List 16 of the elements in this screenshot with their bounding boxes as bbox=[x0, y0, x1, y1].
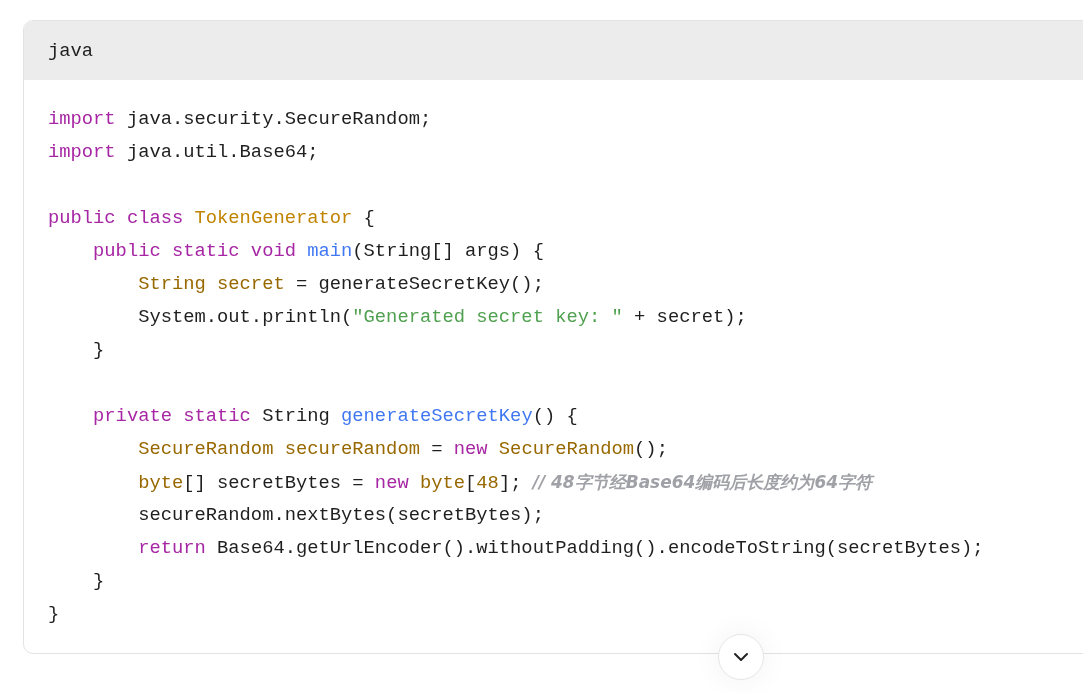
code-line: public static void main(String[] args) { bbox=[92, 239, 544, 264]
code-line: import java.util.Base64; bbox=[48, 140, 319, 165]
code-line: } bbox=[92, 338, 105, 363]
code-line: SecureRandom secureRandom = new SecureRandom(); bbox=[137, 437, 668, 462]
code-line: byte[] secretBytes = new byte[48]; // 48字节经Base64编码后长度约为64字符 bbox=[137, 471, 873, 496]
code-line: secureRandom.nextBytes(secretBytes); bbox=[137, 503, 544, 528]
code-line: } bbox=[48, 602, 60, 627]
language-label: java bbox=[48, 39, 94, 62]
chevron-down-icon bbox=[733, 652, 749, 662]
code-line: import java.security.SecureRandom; bbox=[48, 107, 432, 132]
code-line: private static String generateSecretKey() { bbox=[92, 404, 578, 429]
code-line: return Base64.getUrlEncoder().withoutPadding().encodeToString(secretBytes); bbox=[137, 536, 984, 561]
code-line: public class TokenGenerator { bbox=[48, 206, 375, 231]
code-line: } bbox=[92, 569, 105, 594]
code-line: System.out.println("Generated secret key: " + secret); bbox=[137, 305, 747, 330]
code-line: String secret = generateSecretKey(); bbox=[137, 272, 544, 297]
